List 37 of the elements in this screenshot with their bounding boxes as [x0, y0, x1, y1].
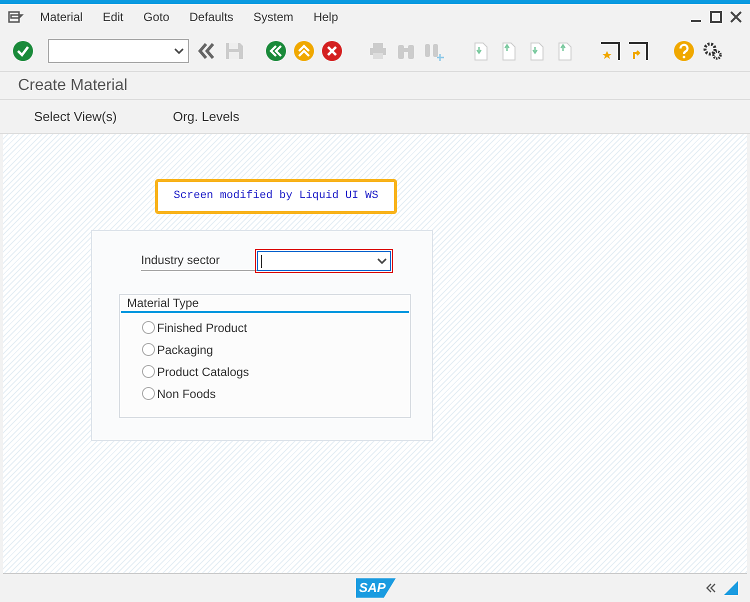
- maximize-icon[interactable]: [710, 11, 722, 23]
- menu-item[interactable]: Help: [313, 8, 338, 26]
- window-star-icon[interactable]: [599, 40, 621, 62]
- caret-icon: [377, 258, 387, 264]
- menu-item[interactable]: Edit: [102, 8, 124, 26]
- caret-icon: [174, 48, 184, 54]
- radio-option[interactable]: Non Foods: [142, 385, 410, 402]
- menu-item[interactable]: Defaults: [189, 8, 234, 26]
- back-icon[interactable]: [265, 40, 287, 62]
- radio-button[interactable]: [142, 387, 155, 400]
- notice-text: Screen modified by Liquid UI WS: [174, 189, 378, 204]
- group-title: Material Type: [121, 295, 409, 313]
- up-icon[interactable]: [293, 40, 315, 62]
- settings-icon[interactable]: [701, 40, 723, 62]
- industry-sector-dropdown[interactable]: [257, 251, 391, 271]
- sap-logo: SAP: [356, 578, 396, 598]
- radio-button[interactable]: [142, 321, 155, 334]
- command-field[interactable]: [48, 38, 189, 62]
- radio-option[interactable]: Finished Product: [142, 319, 410, 336]
- radio-option[interactable]: Product Catalogs: [142, 363, 410, 380]
- menu-icon[interactable]: [8, 11, 24, 23]
- radio-option[interactable]: Packaging: [142, 341, 410, 358]
- resize-corner-icon[interactable]: [724, 581, 738, 595]
- toolbar-button[interactable]: Org. Levels: [160, 102, 252, 130]
- check-icon[interactable]: [12, 40, 34, 62]
- menu-item[interactable]: Goto: [143, 8, 170, 26]
- menu-item[interactable]: Material: [40, 8, 83, 26]
- window-arrow-icon[interactable]: [627, 40, 649, 62]
- radio-button[interactable]: [142, 365, 155, 378]
- help-icon[interactable]: [673, 40, 695, 62]
- toolbar-button[interactable]: Select View(s): [22, 102, 129, 130]
- close-icon[interactable]: [730, 11, 742, 23]
- cancel-icon[interactable]: [321, 40, 343, 62]
- menu-item[interactable]: System: [253, 8, 294, 26]
- page-title: Create Material: [18, 76, 128, 96]
- radio-button[interactable]: [142, 343, 155, 356]
- double-chevron-icon[interactable]: [706, 583, 716, 593]
